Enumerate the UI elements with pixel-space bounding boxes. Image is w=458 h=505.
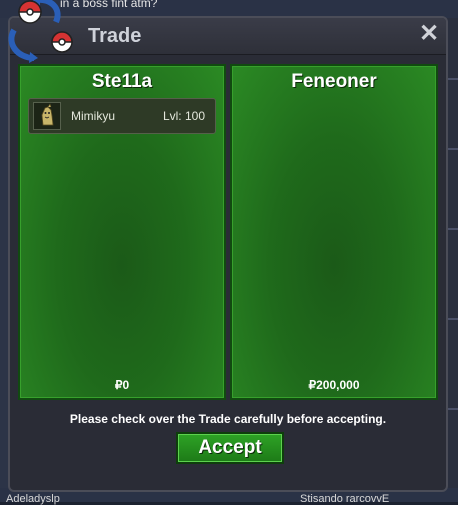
window-title: Trade (88, 25, 142, 47)
my-player-name: Ste11a (91, 71, 153, 92)
my-offer-panel: Ste11a Mimikyu Lvl: 100 ₽0 (18, 64, 226, 400)
accept-button[interactable]: Accept (176, 432, 284, 464)
close-button[interactable]: ✕ (418, 22, 440, 46)
partner-money-offer: ₽200,000 (308, 378, 360, 392)
item-level: Lvl: 100 (162, 109, 205, 123)
item-name: Mimikyu (71, 109, 115, 123)
trade-notice: Please check over the Trade carefully be… (69, 412, 387, 426)
trade-window: Trade ✕ Ste11a Mimikyu Lvl: 100 ₽0 Feneo… (8, 0, 448, 492)
trade-item-slot[interactable]: Mimikyu Lvl: 100 (28, 98, 216, 134)
trade-pokeballs-icon (8, 0, 73, 63)
partner-offer-panel: Feneoner ₽200,000 (230, 64, 438, 400)
background-bottom-left-text: Adeladyslp (6, 493, 60, 505)
mimikyu-sprite-icon (33, 102, 61, 130)
partner-player-name: Feneoner (291, 71, 377, 92)
background-bottom-right-text: Stisando rarcovvE (300, 493, 390, 505)
my-money-offer: ₽0 (114, 378, 130, 392)
